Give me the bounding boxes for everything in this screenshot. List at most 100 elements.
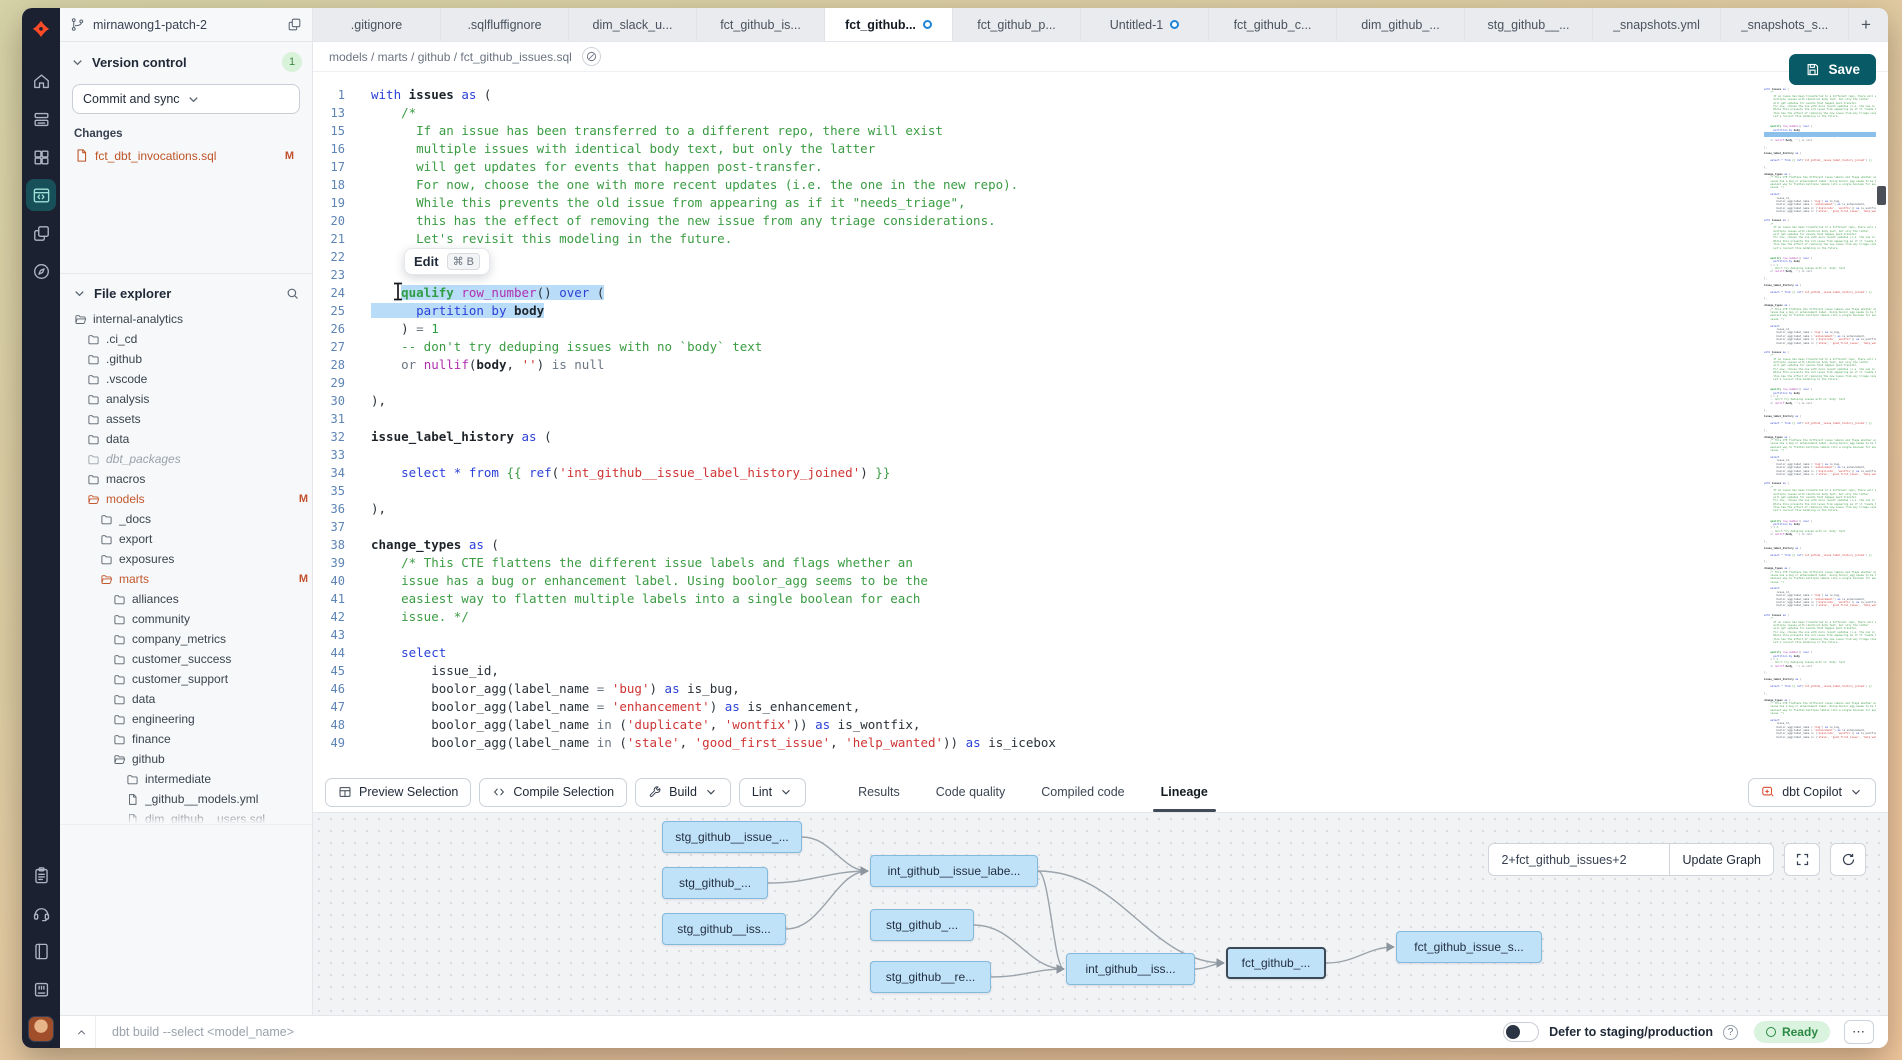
code-line[interactable] — [371, 374, 1754, 392]
editor-tab[interactable]: dim_github_... — [1337, 8, 1465, 41]
editor-tab[interactable]: dim_slack_u... — [569, 8, 697, 41]
code-line[interactable] — [371, 626, 1754, 644]
code-line[interactable]: -- don't try deduping issues with no `bo… — [371, 338, 1754, 356]
code-line[interactable]: Let's revisit this modeling in the futur… — [371, 230, 1754, 248]
code-line[interactable]: change_types as ( — [371, 536, 1754, 554]
file-tree-item[interactable]: internal-analytics — [60, 309, 312, 329]
file-tree-item[interactable]: intermediate — [60, 769, 312, 789]
compile-selection-button[interactable]: Compile Selection — [479, 778, 627, 807]
file-tree-item[interactable]: company_metrics — [60, 629, 312, 649]
code-line[interactable]: or nullif(body, '') is null — [371, 356, 1754, 374]
book-icon[interactable] — [26, 932, 56, 970]
editor-tab[interactable]: fct_github... — [825, 8, 953, 41]
file-link-icon[interactable] — [582, 47, 601, 66]
editor-tab[interactable]: fct_github_c... — [1209, 8, 1337, 41]
file-tree-item[interactable]: macros — [60, 469, 312, 489]
code-line[interactable] — [371, 482, 1754, 500]
code-line[interactable]: If an issue has been transferred to a di… — [371, 122, 1754, 140]
file-tree-item[interactable]: modelsM — [60, 489, 312, 509]
editor-tab[interactable]: stg_github__... — [1465, 8, 1593, 41]
code-line[interactable]: issue. */ — [371, 608, 1754, 626]
dbt-copilot-button[interactable]: dbt Copilot — [1748, 778, 1876, 807]
code-line[interactable] — [371, 266, 1754, 284]
code-line[interactable]: partition by body — [371, 302, 1754, 320]
collapse-panel-button[interactable] — [68, 1016, 96, 1048]
code-line[interactable]: select * from {{ ref('int_github__issue_… — [371, 464, 1754, 482]
defer-toggle[interactable] — [1503, 1022, 1539, 1042]
file-tree-item[interactable]: data — [60, 429, 312, 449]
lineage-panel[interactable]: 2+fct_github_issues+2 Update Graph stg_g… — [313, 812, 1888, 1015]
file-tree-item[interactable]: exposures — [60, 549, 312, 569]
file-tree-item[interactable]: data — [60, 689, 312, 709]
code-line[interactable]: qualify row_number() over ( — [371, 284, 1754, 302]
file-tree-item[interactable]: export — [60, 529, 312, 549]
build-button[interactable]: Build — [635, 778, 731, 807]
file-tree-item[interactable]: dim_github__users.sql — [60, 809, 312, 825]
clipboard-icon[interactable] — [26, 856, 56, 894]
ide-icon[interactable] — [26, 179, 56, 211]
code-line[interactable]: easiest way to flatten multiple labels i… — [371, 590, 1754, 608]
file-tree-item[interactable]: martsM — [60, 569, 312, 589]
home-icon[interactable] — [26, 62, 56, 100]
deploy-icon[interactable] — [26, 100, 56, 138]
file-tree-item[interactable]: _docs — [60, 509, 312, 529]
headset-icon[interactable] — [26, 894, 56, 932]
code-line[interactable]: will get updates for events that happen … — [371, 158, 1754, 176]
search-icon[interactable] — [285, 286, 300, 301]
file-tree-item[interactable]: finance — [60, 729, 312, 749]
editor-tab[interactable]: fct_github_p... — [953, 8, 1081, 41]
fork-icon[interactable] — [26, 214, 56, 252]
editor-tab[interactable]: .sqlfluffignore — [441, 8, 569, 41]
file-tree-item[interactable]: community — [60, 609, 312, 629]
dbt-logo[interactable] — [26, 14, 56, 48]
code-line[interactable]: While this prevents the old issue from a… — [371, 194, 1754, 212]
new-tab-button[interactable]: + — [1849, 8, 1883, 41]
version-control-header[interactable]: Version control 1 — [70, 52, 302, 72]
lineage-node[interactable]: fct_github_issue_s... — [1396, 931, 1542, 963]
editor-tab[interactable]: Untitled-1 — [1081, 8, 1209, 41]
code-line[interactable]: ), — [371, 392, 1754, 410]
commit-and-sync-button[interactable]: Commit and sync — [72, 84, 300, 114]
editor-tab[interactable]: _snapshots_s... — [1721, 8, 1849, 41]
code-line[interactable]: boolor_agg(label_name in ('duplicate', '… — [371, 716, 1754, 734]
code-lines[interactable]: with issues as ( /* If an issue has been… — [357, 72, 1754, 772]
refresh-button[interactable] — [1830, 843, 1866, 876]
lineage-node[interactable]: stg_github__iss... — [662, 913, 786, 945]
branch-header[interactable]: mirnawong1-patch-2 — [60, 8, 313, 41]
save-button[interactable]: Save — [1789, 54, 1876, 85]
code-line[interactable]: select — [371, 644, 1754, 662]
more-options-button[interactable]: ⋯ — [1844, 1020, 1874, 1044]
code-line[interactable] — [371, 518, 1754, 536]
code-line[interactable]: boolor_agg(label_name = 'enhancement') a… — [371, 698, 1754, 716]
lineage-node[interactable]: int_github__issue_labe... — [870, 855, 1038, 887]
code-editor[interactable]: 1131516171819202122232425262728293031323… — [313, 72, 1888, 772]
lineage-node[interactable]: stg_github__re... — [870, 961, 991, 993]
file-tree-item[interactable]: customer_support — [60, 669, 312, 689]
code-line[interactable]: issue_id, — [371, 662, 1754, 680]
lint-button[interactable]: Lint — [739, 778, 806, 807]
lineage-node[interactable]: stg_github_... — [870, 909, 974, 941]
file-explorer-header[interactable]: File explorer — [60, 274, 312, 309]
lineage-node[interactable]: stg_github_... — [662, 867, 768, 899]
file-tree-item[interactable]: customer_success — [60, 649, 312, 669]
edit-tooltip[interactable]: Edit ⌘ B — [404, 248, 490, 275]
code-line[interactable]: boolor_agg(label_name = 'bug') as is_bug… — [371, 680, 1754, 698]
file-tree-item[interactable]: engineering — [60, 709, 312, 729]
lineage-node[interactable]: int_github__iss... — [1066, 953, 1195, 985]
extension-icon[interactable] — [26, 970, 56, 1008]
file-tree-item[interactable]: .vscode — [60, 369, 312, 389]
code-line[interactable]: issue_label_history as ( — [371, 428, 1754, 446]
changed-file-row[interactable]: fct_dbt_invocations.sqlM — [70, 142, 302, 169]
file-tree-item[interactable]: _github__models.yml — [60, 789, 312, 809]
panel-tab-code-quality[interactable]: Code quality — [936, 772, 1006, 812]
command-input[interactable]: dbt build --select <model_name> — [112, 1025, 1503, 1039]
file-tree-item[interactable]: github — [60, 749, 312, 769]
file-tree-item[interactable]: alliances — [60, 589, 312, 609]
code-line[interactable]: this has the effect of removing the new … — [371, 212, 1754, 230]
code-line[interactable] — [371, 248, 1754, 266]
user-avatar[interactable] — [28, 1016, 54, 1042]
help-icon[interactable]: ? — [1723, 1025, 1738, 1040]
file-tree-item[interactable]: .ci_cd — [60, 329, 312, 349]
compass-icon[interactable] — [26, 252, 56, 290]
grid-icon[interactable] — [26, 138, 56, 176]
